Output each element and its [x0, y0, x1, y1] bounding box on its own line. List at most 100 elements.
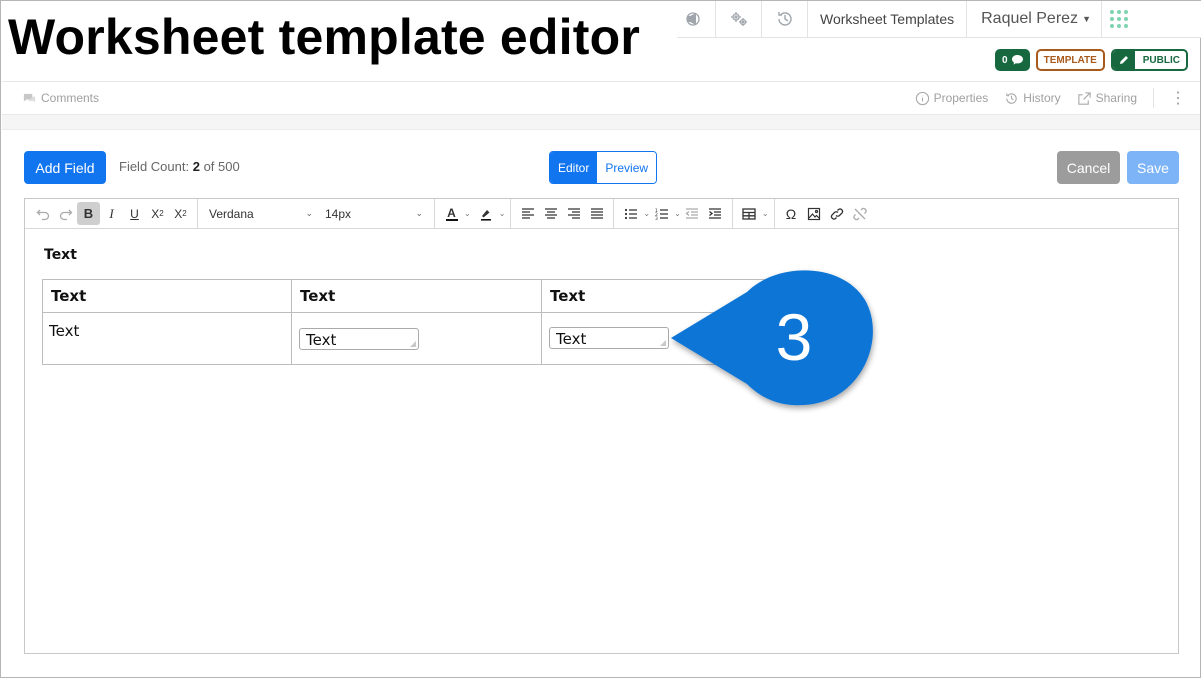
- field-count-value: 2: [192, 159, 200, 174]
- comment-count: 0: [1002, 54, 1008, 66]
- italic-button[interactable]: I: [100, 202, 123, 225]
- bold-button[interactable]: B: [77, 202, 100, 225]
- indent-icon[interactable]: [704, 202, 727, 225]
- field-count-label: Field Count:: [119, 159, 190, 174]
- divider: [613, 198, 615, 229]
- chevron-down-icon: ⌄: [761, 209, 769, 218]
- svg-text:3: 3: [655, 216, 658, 221]
- caret-down-icon: ▼: [1082, 14, 1091, 24]
- align-justify-icon[interactable]: [585, 202, 608, 225]
- chevron-down-icon: ⌄: [674, 209, 681, 218]
- status-badges: 0 TEMPLATE PUBLIC: [995, 49, 1188, 71]
- properties-label: Properties: [933, 91, 989, 105]
- highlight-icon: [475, 202, 498, 225]
- numbered-list-icon: 123: [650, 202, 673, 225]
- apps-grid-icon[interactable]: [1102, 1, 1136, 37]
- divider: [1153, 88, 1154, 108]
- divider: [773, 198, 775, 229]
- cancel-button[interactable]: Cancel: [1057, 151, 1120, 184]
- tab-editor[interactable]: Editor: [550, 152, 598, 183]
- secondary-toolbar: Comments Properties History Sharing ⋮: [2, 81, 1200, 115]
- more-options-icon[interactable]: ⋮: [1170, 88, 1186, 108]
- subscript-icon[interactable]: X2: [146, 202, 169, 225]
- chevron-down-icon: ⌄: [415, 208, 423, 218]
- editor-toolbar: B I U X2 X2 Verdana ⌄ 14px ⌄ A ⌄ ⌄ ⌄ 1 2…: [25, 198, 1178, 229]
- table-header-cell: Text: [42, 279, 292, 313]
- outdent-icon[interactable]: [681, 202, 704, 225]
- history-button[interactable]: History: [1004, 91, 1061, 106]
- app-window: Worksheet Templates Raquel Perez ▼ Works…: [0, 0, 1201, 678]
- link-icon[interactable]: [826, 202, 849, 225]
- bullet-list-dropdown[interactable]: ⌄: [619, 202, 650, 225]
- text-color-icon: A: [445, 205, 458, 221]
- numbered-list-dropdown[interactable]: 123 ⌄: [650, 202, 681, 225]
- separator-band: [2, 115, 1200, 130]
- cell-text: Text: [49, 322, 80, 340]
- bullet-list-icon: [619, 202, 642, 225]
- text-color-dropdown[interactable]: A ⌄: [440, 202, 471, 225]
- tab-preview[interactable]: Preview: [597, 152, 657, 183]
- font-family-value: Verdana: [209, 206, 254, 221]
- comment-count-badge[interactable]: 0: [995, 49, 1030, 71]
- image-icon[interactable]: [803, 202, 826, 225]
- unlink-icon[interactable]: [849, 202, 872, 225]
- table-dropdown[interactable]: ⌄: [738, 202, 769, 225]
- share-icon: [1077, 91, 1091, 105]
- field-count: Field Count: 2 of 500: [119, 159, 240, 174]
- divider: [434, 198, 435, 229]
- save-button[interactable]: Save: [1127, 151, 1179, 184]
- user-name: Raquel Perez: [981, 10, 1079, 27]
- table-cell: Text: [42, 312, 292, 365]
- sharing-label: Sharing: [1095, 91, 1137, 105]
- align-right-icon[interactable]: [562, 202, 585, 225]
- sharing-button[interactable]: Sharing: [1077, 91, 1137, 106]
- public-label: PUBLIC: [1142, 54, 1180, 66]
- content-heading: Text: [44, 247, 77, 263]
- font-size-value: 14px: [325, 206, 352, 221]
- special-character-icon[interactable]: Ω: [780, 202, 803, 225]
- template-badge: TEMPLATE: [1035, 49, 1105, 71]
- worksheet-templates-link[interactable]: Worksheet Templates: [808, 1, 968, 37]
- page-title: Worksheet template editor: [8, 9, 641, 65]
- text-field-input[interactable]: Text: [549, 327, 669, 349]
- public-badge[interactable]: PUBLIC: [1110, 49, 1188, 71]
- underline-button[interactable]: U: [123, 202, 146, 225]
- comments-icon: [23, 93, 36, 102]
- field-count-max: of 500: [203, 159, 240, 174]
- align-left-icon[interactable]: [516, 202, 539, 225]
- step-number: 3: [775, 300, 813, 374]
- divider: [510, 198, 512, 229]
- properties-button[interactable]: Properties: [915, 91, 989, 106]
- undo-icon[interactable]: [31, 202, 54, 225]
- editor-preview-toggle: Editor Preview: [549, 151, 658, 184]
- speech-bubble-icon: [1011, 55, 1023, 65]
- divider: [731, 198, 733, 229]
- settings-gears-icon[interactable]: [716, 1, 762, 37]
- pencil-icon: [1112, 51, 1135, 69]
- history-icon[interactable]: [762, 1, 808, 37]
- divider: [197, 198, 198, 229]
- font-size-select[interactable]: 14px ⌄: [319, 202, 429, 225]
- chevron-down-icon: ⌄: [464, 209, 471, 218]
- table-icon: [738, 202, 761, 225]
- highlight-color-dropdown[interactable]: ⌄: [475, 202, 505, 225]
- add-field-button[interactable]: Add Field: [24, 151, 106, 184]
- chevron-down-icon: ⌄: [643, 209, 651, 218]
- info-icon: [915, 91, 929, 105]
- top-navigation: Worksheet Templates Raquel Perez ▼: [623, 1, 1201, 38]
- superscript-icon[interactable]: X2: [169, 202, 192, 225]
- table-cell: Text: [291, 312, 542, 365]
- rich-text-editor: B I U X2 X2 Verdana ⌄ 14px ⌄ A ⌄ ⌄ ⌄ 1 2…: [24, 198, 1179, 654]
- font-family-select[interactable]: Verdana ⌄: [203, 202, 319, 225]
- user-menu[interactable]: Raquel Perez ▼: [967, 1, 1102, 37]
- history-small-icon: [1006, 92, 1017, 104]
- chevron-down-icon: ⌄: [305, 208, 313, 218]
- history-label: History: [1023, 91, 1061, 105]
- text-field-input[interactable]: Text: [299, 328, 419, 350]
- align-center-icon[interactable]: [539, 202, 562, 225]
- redo-icon[interactable]: [54, 202, 77, 225]
- comments-button[interactable]: Comments: [22, 91, 99, 106]
- table-header-cell: Text: [291, 279, 542, 313]
- title-banner: Worksheet template editor: [1, 1, 677, 73]
- comments-label: Comments: [41, 91, 100, 105]
